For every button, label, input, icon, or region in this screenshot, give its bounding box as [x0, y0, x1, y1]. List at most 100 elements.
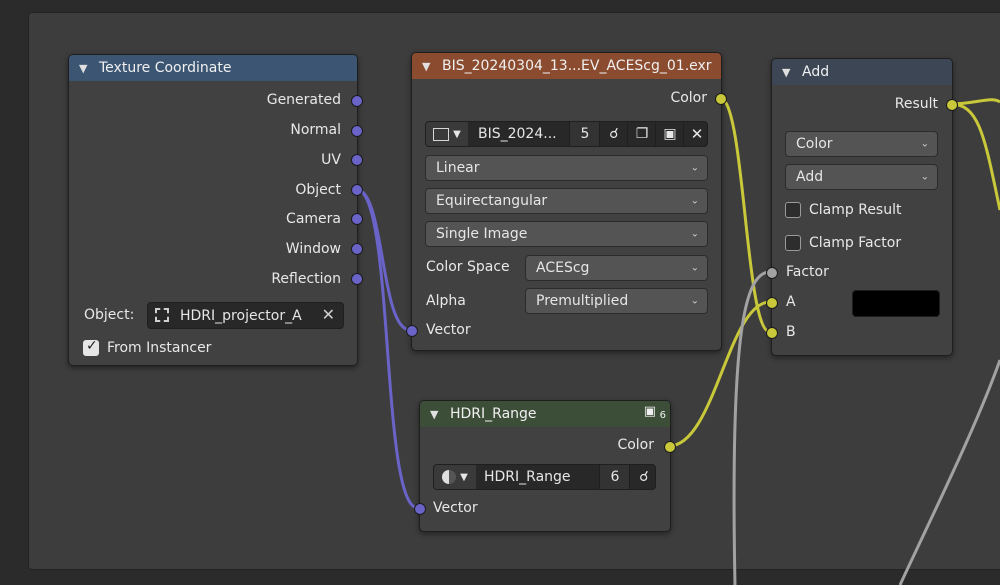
user-count[interactable]: 6 — [599, 465, 630, 489]
texture-coordinate-header[interactable]: ▼ Texture Coordinate — [69, 55, 357, 81]
color-a-swatch[interactable] — [852, 290, 940, 317]
chevron-down-icon: ⌄ — [690, 195, 699, 207]
image-texture-node[interactable]: ▼ BIS_20240304_13...EV_ACEScg_01.exr Col… — [406, 52, 727, 351]
socket-vector-in[interactable] — [414, 503, 426, 515]
socket-reflection[interactable] — [351, 273, 363, 285]
extension-dropdown[interactable]: Single Image ⌄ — [425, 221, 708, 247]
link-offscreen-gray[interactable] — [898, 359, 1000, 585]
socket-normal[interactable] — [351, 125, 363, 137]
socket-uv[interactable] — [351, 154, 363, 166]
chevron-down-icon: ⌄ — [920, 138, 929, 150]
image-icon — [433, 127, 450, 141]
from-instancer-label: From Instancer — [107, 340, 212, 356]
output-result: Result — [894, 96, 938, 112]
chevron-down-icon: ⌄ — [920, 171, 929, 183]
socket-color-out[interactable] — [664, 441, 676, 453]
input-vector: Vector — [433, 500, 478, 516]
socket-b-in[interactable] — [766, 327, 778, 339]
group-name[interactable]: HDRI_Range — [484, 469, 571, 485]
clamp-factor-label: Clamp Factor — [809, 235, 902, 251]
image-browse-button[interactable]: ▼ — [426, 122, 468, 146]
hdri-range-header[interactable]: ▼ HDRI_Range ▣ 6 — [420, 401, 670, 427]
chevron-down-icon[interactable]: ▼ — [782, 66, 796, 79]
node-title: BIS_20240304_13...EV_ACEScg_01.exr — [442, 58, 712, 74]
socket-window[interactable] — [351, 243, 363, 255]
output-color: Color — [670, 90, 707, 106]
socket-generated[interactable] — [351, 95, 363, 107]
texture-coordinate-node[interactable]: ▼ Texture Coordinate Generated Normal UV… — [68, 54, 363, 366]
socket-factor-in[interactable] — [766, 267, 778, 279]
link-factor-in[interactable] — [732, 270, 771, 585]
chevron-down-icon: ▼ — [460, 471, 468, 483]
clamp-result-checkbox[interactable] — [785, 202, 801, 218]
projection-dropdown[interactable]: Equirectangular ⌄ — [425, 188, 708, 214]
chevron-down-icon: ⌄ — [690, 295, 699, 307]
link-mix-result-out-2[interactable] — [950, 98, 1000, 106]
output-camera: Camera — [286, 211, 341, 227]
input-b: B — [786, 324, 796, 340]
output-normal: Normal — [290, 122, 341, 138]
group-user-badge: 6 — [659, 410, 666, 421]
socket-result-out[interactable] — [946, 99, 958, 111]
chevron-down-icon: ⌄ — [690, 262, 699, 274]
interpolation-dropdown[interactable]: Linear ⌄ — [425, 155, 708, 181]
socket-vector-in[interactable] — [406, 325, 418, 337]
clamp-result-label: Clamp Result — [809, 202, 902, 218]
chevron-down-icon[interactable]: ▼ — [422, 60, 436, 73]
output-color: Color — [617, 437, 654, 453]
alpha-dropdown[interactable]: Premultiplied ⌄ — [525, 288, 708, 314]
object-value: HDRI_projector_A — [180, 307, 302, 324]
node-title: Add — [802, 64, 830, 80]
input-a: A — [786, 294, 796, 310]
clamp-factor-checkbox[interactable] — [785, 235, 801, 251]
mix-add-header[interactable]: ▼ Add — [772, 59, 952, 85]
output-generated: Generated — [266, 92, 341, 108]
socket-object[interactable] — [351, 184, 363, 196]
hdri-range-group-node[interactable]: ▼ HDRI_Range ▣ 6 Color ▼ HDRI_Range 6 ☌ … — [414, 400, 676, 532]
link-mix-result-out[interactable] — [950, 102, 1000, 211]
node-title: Texture Coordinate — [99, 60, 232, 76]
link-object-to-group-vector[interactable] — [355, 187, 419, 510]
mix-add-node[interactable]: ▼ Add Result Color ⌄ Add ⌄ Clamp Result Cl… — [766, 58, 958, 356]
color-space-label: Color Space — [426, 259, 510, 275]
fake-user-shield-icon[interactable]: ☌ — [599, 122, 628, 146]
object-field[interactable]: HDRI_projector_A ✕ — [147, 302, 344, 329]
image-name[interactable]: BIS_2024... — [478, 126, 557, 142]
user-count[interactable]: 5 — [569, 122, 600, 146]
chevron-down-icon[interactable]: ▼ — [79, 62, 93, 75]
fake-user-shield-icon[interactable]: ☌ — [629, 465, 655, 489]
image-texture-header[interactable]: ▼ BIS_20240304_13...EV_ACEScg_01.exr — [412, 53, 721, 79]
image-datablock[interactable]: ▼ BIS_2024... 5 ☌ ❐ ▣ ✕ — [425, 121, 708, 147]
node-tree-icon — [442, 470, 457, 484]
output-uv: UV — [321, 152, 341, 168]
socket-camera[interactable] — [351, 213, 363, 225]
chevron-down-icon: ⌄ — [690, 228, 699, 240]
object-icon — [155, 308, 169, 322]
input-vector: Vector — [426, 322, 471, 338]
node-title: HDRI_Range — [450, 406, 537, 422]
clear-icon[interactable]: ✕ — [322, 305, 335, 324]
data-type-dropdown[interactable]: Color ⌄ — [785, 131, 938, 157]
alpha-label: Alpha — [426, 293, 466, 309]
node-group-icon: ▣ — [643, 404, 656, 419]
blend-type-dropdown[interactable]: Add ⌄ — [785, 164, 938, 190]
output-object: Object — [295, 182, 341, 198]
input-factor: Factor — [786, 264, 829, 280]
output-reflection: Reflection — [271, 271, 341, 287]
socket-a-in[interactable] — [766, 297, 778, 309]
socket-color-out[interactable] — [715, 93, 727, 105]
group-datablock[interactable]: ▼ HDRI_Range 6 ☌ — [433, 464, 656, 490]
pack-icon[interactable]: ▣ — [655, 122, 684, 146]
group-browse-button[interactable]: ▼ — [434, 465, 476, 489]
object-label: Object: — [84, 307, 135, 323]
duplicate-icon[interactable]: ❐ — [627, 122, 656, 146]
color-space-dropdown[interactable]: ACEScg ⌄ — [525, 255, 708, 281]
chevron-down-icon[interactable]: ▼ — [430, 408, 444, 421]
node-editor-canvas[interactable]: ▼ Texture Coordinate Generated Normal UV… — [0, 0, 1000, 585]
from-instancer-checkbox[interactable] — [83, 338, 99, 356]
chevron-down-icon: ▼ — [453, 128, 461, 140]
link-image-color-to-mix-b[interactable] — [719, 96, 771, 334]
chevron-down-icon: ⌄ — [690, 162, 699, 174]
unlink-close-icon[interactable]: ✕ — [683, 122, 707, 146]
output-window: Window — [285, 241, 341, 257]
